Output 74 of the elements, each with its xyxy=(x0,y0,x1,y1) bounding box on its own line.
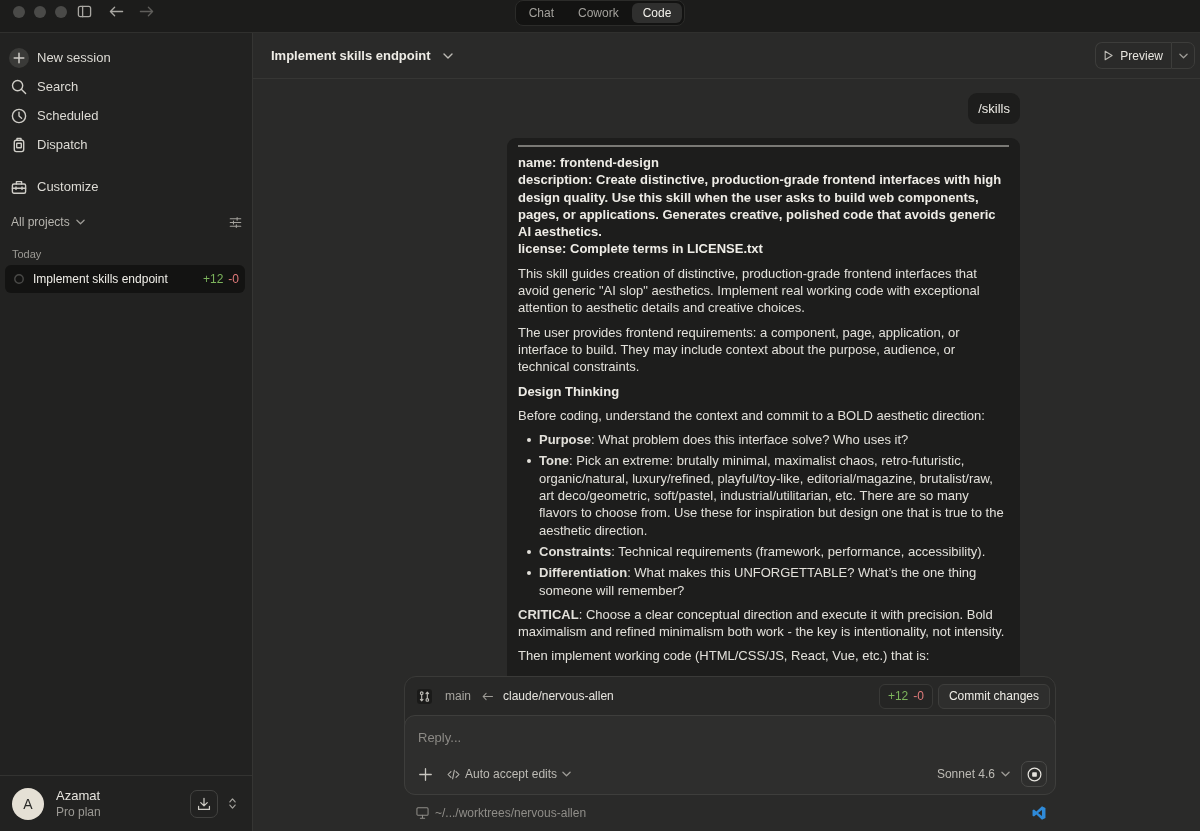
sidebar-toggle-icon[interactable] xyxy=(77,4,92,19)
device-icon xyxy=(11,136,27,153)
frontmatter-line: name: frontend-design xyxy=(518,154,660,172)
plan-label: Pro plan xyxy=(56,805,101,819)
plus-circle-icon xyxy=(9,47,29,68)
chevron-up-down-icon[interactable] xyxy=(229,797,236,810)
list-item-text: Differentiation: What makes this UNFORGETTABLE? What’s the one thing someone will remember? xyxy=(539,564,978,599)
removed-count: -0 xyxy=(228,272,239,286)
paragraph: Before coding, understand the context and commit to a BOLD aesthetic direction: xyxy=(518,406,986,425)
paragraph: Then implement working code (HTML/CSS/JS, React, Vue, etc.) that is: xyxy=(518,647,931,665)
session-title: Implement skills endpoint xyxy=(33,272,168,286)
play-icon xyxy=(1104,50,1114,61)
workspace-path: ~/.../worktrees/nervous-allen xyxy=(435,806,587,820)
bullet-icon xyxy=(527,571,531,576)
chevron-down-icon xyxy=(562,771,572,777)
preview-button[interactable]: Preview xyxy=(1095,42,1171,69)
model-dropdown[interactable]: Sonnet 4.6 xyxy=(936,767,1010,781)
added-count: +12 xyxy=(202,272,224,286)
user-message: /skills xyxy=(968,93,1020,124)
mode-tab[interactable]: Cowork xyxy=(567,3,630,23)
list-item-text: Constraints: Technical requirements (framework, performance, accessibility). xyxy=(539,542,987,561)
sidebar-item[interactable]: New session xyxy=(6,43,246,72)
arrow-left-icon xyxy=(482,691,494,701)
paragraph: The user provides frontend requirements: a component, page, application, or interface to build. They may include context about the purpose, audience, or technical constraints. xyxy=(518,323,961,376)
frontmatter-line: description: Create distinctive, production-grade frontend interfaces with high design quality. Use this skill when the user asks to build web components, pages, or applications. Generates creative, polished code that avoids generic AI aesthetics. xyxy=(518,171,1003,241)
reply-input[interactable]: Reply... xyxy=(418,727,1047,747)
monitor-icon xyxy=(416,807,429,819)
search-icon xyxy=(11,78,27,95)
code-icon xyxy=(447,768,460,780)
clock-icon xyxy=(11,107,27,124)
list-item-text: Tone: Pick an extreme: brutally minimal, maximalist chaos, retro-futuristic, organic/natural, luxury/refined, playful/toy-like, editorial/magazine, brutalist/raw, art deco/geometric, soft/pastel, industrial/utilitarian, etc. There are so many flavors to choose from. Use these for inspiration but design one that is true to the aesthetic direction. xyxy=(539,452,1005,539)
heading: Design Thinking xyxy=(518,382,621,400)
session-item[interactable]: Implement skills endpoint +12 -0 xyxy=(5,265,245,293)
compare-arrows-icon xyxy=(417,688,432,704)
code-editor-icon[interactable] xyxy=(1032,806,1046,820)
section-label: Today xyxy=(11,247,43,261)
session-title-dropdown[interactable]: Implement skills endpoint xyxy=(271,48,453,63)
sidebar-item[interactable]: Dispatch xyxy=(6,130,246,159)
frontmatter-line: license: Complete terms in LICENSE.txt xyxy=(518,240,764,258)
sidebar-item[interactable]: Customize xyxy=(6,172,246,201)
paragraph: This skill guides creation of distinctive, production-grade frontend interfaces that avoid generic "AI slop" aesthetics. Implement real working code with exceptional attention to aesthetic details and creative choices. xyxy=(518,264,981,317)
sliders-icon[interactable] xyxy=(229,215,242,229)
download-button[interactable] xyxy=(190,789,218,818)
removed-count: -0 xyxy=(913,689,924,703)
list-item-text: Purpose: What problem does this interface solve? Who uses it? xyxy=(539,431,910,449)
head-branch: claude/nervous-allen xyxy=(503,689,614,703)
status-ring-icon xyxy=(14,274,24,284)
sidebar-item[interactable]: Search xyxy=(6,72,246,101)
plus-icon[interactable] xyxy=(419,767,432,781)
bullet-icon xyxy=(527,549,531,554)
mode-tab[interactable]: Code xyxy=(631,3,683,23)
user-name: Azamat xyxy=(56,788,101,803)
mode-tab[interactable]: Chat xyxy=(517,3,565,23)
bullet-icon xyxy=(527,438,531,443)
sidebar-item[interactable]: Scheduled xyxy=(6,101,246,130)
forward-arrow-icon[interactable] xyxy=(139,4,154,19)
avatar: A xyxy=(12,787,44,820)
chevron-down-icon xyxy=(442,52,453,59)
stop-button[interactable] xyxy=(1021,761,1047,787)
toolbox-icon xyxy=(11,178,27,195)
permission-mode-dropdown[interactable]: Auto accept edits xyxy=(447,767,572,781)
bullet-icon xyxy=(527,459,531,464)
preview-menu-button[interactable] xyxy=(1171,42,1195,69)
added-count: +12 xyxy=(887,689,909,703)
paragraph: CRITICAL: Choose a clear conceptual direction and execute it with precision. Bold maximalism and refined minimalism both work - the key is intentionality, not intensity. xyxy=(518,605,1006,641)
download-icon xyxy=(197,796,211,811)
base-branch: main xyxy=(445,689,471,703)
commit-button[interactable]: Commit changes xyxy=(937,683,1050,709)
chevron-down-icon xyxy=(1178,52,1188,59)
stop-icon xyxy=(1026,766,1042,782)
chevron-down-icon xyxy=(75,219,85,225)
chevron-down-icon xyxy=(1001,771,1010,777)
back-arrow-icon[interactable] xyxy=(109,4,124,19)
project-filter-dropdown[interactable]: All projects xyxy=(11,215,85,229)
